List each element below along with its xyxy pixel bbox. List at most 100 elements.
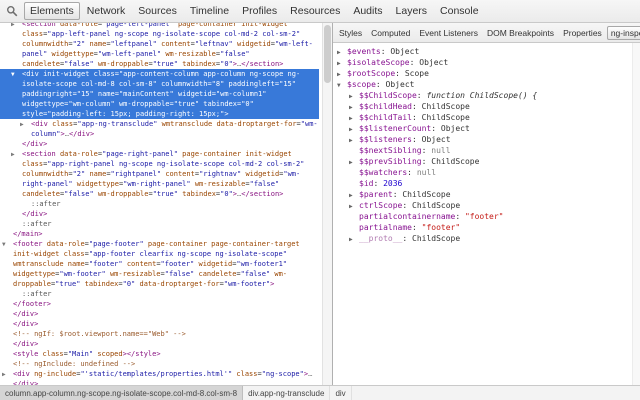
syntax-token: candelete="false": [22, 60, 94, 68]
syntax-token: content="rightnav": [165, 170, 241, 178]
elements-scrollbar[interactable]: [322, 23, 332, 385]
property-name: $rootScope: [347, 69, 395, 78]
scope-property-row[interactable]: $$watchers: null: [333, 167, 640, 178]
scrollbar-thumb[interactable]: [324, 25, 331, 83]
sidebar-tab-properties[interactable]: Properties: [559, 26, 606, 40]
scope-property-row[interactable]: ▶__proto__: ChildScope: [333, 233, 640, 244]
tab-resources[interactable]: Resources: [284, 2, 346, 20]
syntax-token: wm-droppable: [119, 100, 170, 108]
scope-property-row[interactable]: ▶$events: Object: [333, 46, 640, 57]
expand-arrow-icon[interactable]: ▶: [11, 150, 15, 160]
scope-property-row[interactable]: ▼$scope: Object: [333, 79, 640, 90]
scope-property-row[interactable]: ▶$$prevSibling: ChildScope: [333, 156, 640, 167]
property-name: partialcontainername: [359, 212, 455, 221]
expand-arrow-icon[interactable]: ▶: [20, 120, 24, 130]
dom-node[interactable]: </div>: [0, 309, 319, 319]
dom-node[interactable]: <!-- ngInclude: undefined -->: [0, 359, 319, 369]
property-name: $$listenerCount: [359, 124, 431, 133]
scope-property-row[interactable]: $id: 2036: [333, 178, 640, 189]
property-value: ChildScope: [422, 102, 470, 111]
tab-layers[interactable]: Layers: [390, 2, 434, 20]
dom-node[interactable]: ▶<div ng-include="'static/templates/prop…: [0, 369, 319, 385]
dom-node[interactable]: </div>: [0, 339, 319, 349]
dom-node[interactable]: <style class="Main" scoped></style>: [0, 349, 319, 359]
dom-node[interactable]: </div>: [0, 139, 319, 149]
syntax-token: "footer": [89, 260, 123, 268]
scope-property-row[interactable]: partialcontainername: "footer": [333, 211, 640, 222]
scope-property-row[interactable]: partialname: "footer": [333, 222, 640, 233]
sidebar-tabs: StylesComputedEvent ListenersDOM Breakpo…: [333, 23, 640, 43]
expand-arrow-icon[interactable]: ▶: [349, 234, 353, 245]
dom-node-selected[interactable]: ▼<div init-widget class="app-content-col…: [0, 69, 319, 119]
dom-node[interactable]: </div>: [0, 319, 319, 329]
sidebar-tab-event-listeners[interactable]: Event Listeners: [415, 26, 482, 40]
dom-node[interactable]: </footer>: [0, 299, 319, 309]
tab-sources[interactable]: Sources: [132, 2, 183, 20]
syntax-token: wm-droppable="true": [98, 190, 178, 198]
dom-node[interactable]: ▶<div class="app-ng-transclude" wmtransc…: [0, 119, 319, 139]
dom-node[interactable]: </main>: [0, 229, 319, 239]
collapse-arrow-icon[interactable]: ▼: [11, 70, 15, 80]
syntax-token: ::after: [31, 200, 61, 208]
syntax-token: data-role: [60, 23, 98, 28]
sidebar-tab-ng-inspect[interactable]: ng-inspect: [607, 26, 640, 40]
inspect-element-icon[interactable]: [3, 3, 21, 20]
syntax-token: name: [89, 40, 106, 48]
syntax-token: :: [412, 223, 422, 232]
syntax-token: wmtransclude: [162, 120, 213, 128]
syntax-token: class: [94, 70, 115, 78]
scope-property-row[interactable]: ▶$rootScope: Scope: [333, 68, 640, 79]
syntax-token: wm-resizable="false": [195, 180, 279, 188]
syntax-token: scoped: [97, 350, 122, 358]
dom-node[interactable]: </div>: [0, 209, 319, 219]
sidebar-scrollbar[interactable]: [632, 43, 640, 385]
syntax-token: "2": [73, 40, 86, 48]
tab-timeline[interactable]: Timeline: [184, 2, 235, 20]
scope-property-row[interactable]: ▶$parent: ChildScope: [333, 189, 640, 200]
tab-elements[interactable]: Elements: [24, 2, 80, 20]
scope-property-row[interactable]: ▶$isolateScope: Object: [333, 57, 640, 68]
tab-audits[interactable]: Audits: [347, 2, 388, 20]
syntax-token: tabindex="0": [182, 60, 233, 68]
scope-property-row[interactable]: ▶$$listeners: Object: [333, 134, 640, 145]
expand-arrow-icon[interactable]: ▶: [11, 23, 15, 30]
syntax-token: <section: [22, 150, 56, 158]
syntax-token: name="leftpanel": [89, 40, 156, 48]
dom-node[interactable]: ▶<section data-role="page-right-panel" p…: [0, 149, 319, 199]
syntax-token: class: [64, 250, 85, 258]
scope-property-row[interactable]: ▶ctrlScope: ChildScope: [333, 200, 640, 211]
sidebar-tab-styles[interactable]: Styles: [335, 26, 366, 40]
sidebar-tab-computed[interactable]: Computed: [367, 26, 414, 40]
syntax-token: style="padding-left: 15px; padding-right…: [22, 110, 224, 118]
sidebar-tab-dom-breakpoints[interactable]: DOM Breakpoints: [483, 26, 558, 40]
syntax-token: wm-resizable: [110, 270, 161, 278]
syntax-token: columnwidth="2": [22, 170, 85, 178]
scope-property-row[interactable]: $$nextSibling: null: [333, 145, 640, 156]
breadcrumb-item[interactable]: div.app-ng-transclude: [243, 386, 330, 400]
breadcrumb-item[interactable]: column.app-column.ng-scope.ng-isolate-sc…: [0, 386, 243, 400]
syntax-token: :: [373, 179, 383, 188]
tab-network[interactable]: Network: [81, 2, 132, 20]
syntax-token: :: [381, 47, 391, 56]
breadcrumb-item[interactable]: div: [330, 386, 351, 400]
dom-node[interactable]: ::after: [0, 289, 319, 299]
dom-node[interactable]: ::after: [0, 219, 319, 229]
dom-node[interactable]: <!-- ngIf: $root.viewport.name=="Web" --…: [0, 329, 319, 339]
syntax-token: "rightpanel": [111, 170, 162, 178]
syntax-token: data-role="page-right-panel": [60, 150, 178, 158]
syntax-token: wm-droppable: [98, 60, 149, 68]
syntax-token: paddingleft: [229, 80, 275, 88]
scope-property-row[interactable]: ▶$$childHead: ChildScope: [333, 101, 640, 112]
syntax-token: style: [22, 110, 43, 118]
scope-property-row[interactable]: ▶$$ChildScope: function ChildScope() {: [333, 90, 640, 101]
syntax-token: class="app-left-panel ng-scope ng-isolat…: [22, 30, 300, 38]
dom-node[interactable]: ::after: [0, 199, 319, 209]
dom-node[interactable]: ▶<section data-role="page-left-panel" pa…: [0, 23, 319, 69]
expand-arrow-icon[interactable]: ▶: [2, 370, 6, 380]
scope-property-row[interactable]: ▶$$childTail: ChildScope: [333, 112, 640, 123]
tab-profiles[interactable]: Profiles: [236, 2, 283, 20]
scope-property-row[interactable]: ▶$$listenerCount: Object: [333, 123, 640, 134]
collapse-arrow-icon[interactable]: ▼: [2, 240, 6, 250]
tab-console[interactable]: Console: [434, 2, 485, 20]
dom-node[interactable]: ▼<footer data-role="page-footer" page-co…: [0, 239, 319, 289]
